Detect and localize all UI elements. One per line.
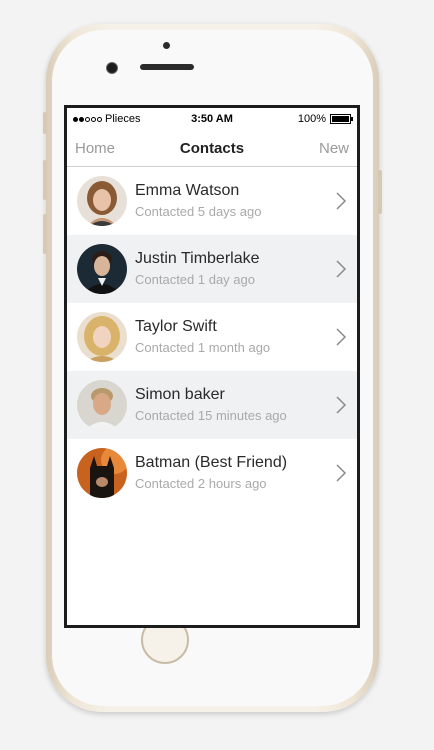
status-bar: Plieces 3:50 AM 100%	[67, 108, 357, 130]
contact-last-contacted: Contacted 15 minutes ago	[135, 408, 287, 423]
contact-row-justin-timberlake[interactable]: Justin Timberlake Contacted 1 day ago	[67, 235, 357, 303]
avatar	[77, 176, 127, 226]
contact-name: Simon baker	[135, 386, 225, 403]
contact-last-contacted: Contacted 2 hours ago	[135, 476, 267, 491]
chevron-right-icon	[336, 396, 347, 414]
battery-percent: 100%	[297, 113, 326, 125]
new-contact-button[interactable]: New	[319, 140, 349, 157]
contact-name: Justin Timberlake	[135, 250, 260, 267]
power-button	[378, 170, 382, 214]
contact-last-contacted: Contacted 1 day ago	[135, 272, 255, 287]
contact-row-taylor-swift[interactable]: Taylor Swift Contacted 1 month ago	[67, 303, 357, 371]
contact-row-emma-watson[interactable]: Emma Watson Contacted 5 days ago	[67, 167, 357, 235]
contact-row-simon-baker[interactable]: Simon baker Contacted 15 minutes ago	[67, 371, 357, 439]
page-title: Contacts	[179, 140, 245, 157]
volume-down-button	[43, 214, 47, 254]
avatar	[77, 244, 127, 294]
battery-icon	[330, 114, 353, 124]
avatar	[77, 312, 127, 362]
chevron-right-icon	[336, 464, 347, 482]
contact-name: Emma Watson	[135, 182, 240, 199]
navigation-bar: Home Contacts New	[67, 130, 357, 167]
mute-switch	[43, 112, 47, 134]
front-camera	[106, 62, 118, 74]
contact-name: Batman (Best Friend)	[135, 454, 288, 471]
chevron-right-icon	[336, 328, 347, 346]
screen: Plieces 3:50 AM 100% Home Contacts New E…	[64, 105, 360, 628]
proximity-sensor	[163, 42, 170, 49]
contact-name: Taylor Swift	[135, 318, 217, 335]
battery-indicator: 100%	[297, 113, 353, 125]
avatar	[77, 448, 127, 498]
earpiece-speaker	[140, 64, 194, 70]
avatar	[77, 380, 127, 430]
chevron-right-icon	[336, 192, 347, 210]
volume-up-button	[43, 160, 47, 200]
contact-last-contacted: Contacted 1 month ago	[135, 340, 271, 355]
contacts-list: Emma Watson Contacted 5 days ago Justin …	[67, 167, 357, 507]
contact-row-batman[interactable]: Batman (Best Friend) Contacted 2 hours a…	[67, 439, 357, 507]
contact-last-contacted: Contacted 5 days ago	[135, 204, 262, 219]
chevron-right-icon	[336, 260, 347, 278]
